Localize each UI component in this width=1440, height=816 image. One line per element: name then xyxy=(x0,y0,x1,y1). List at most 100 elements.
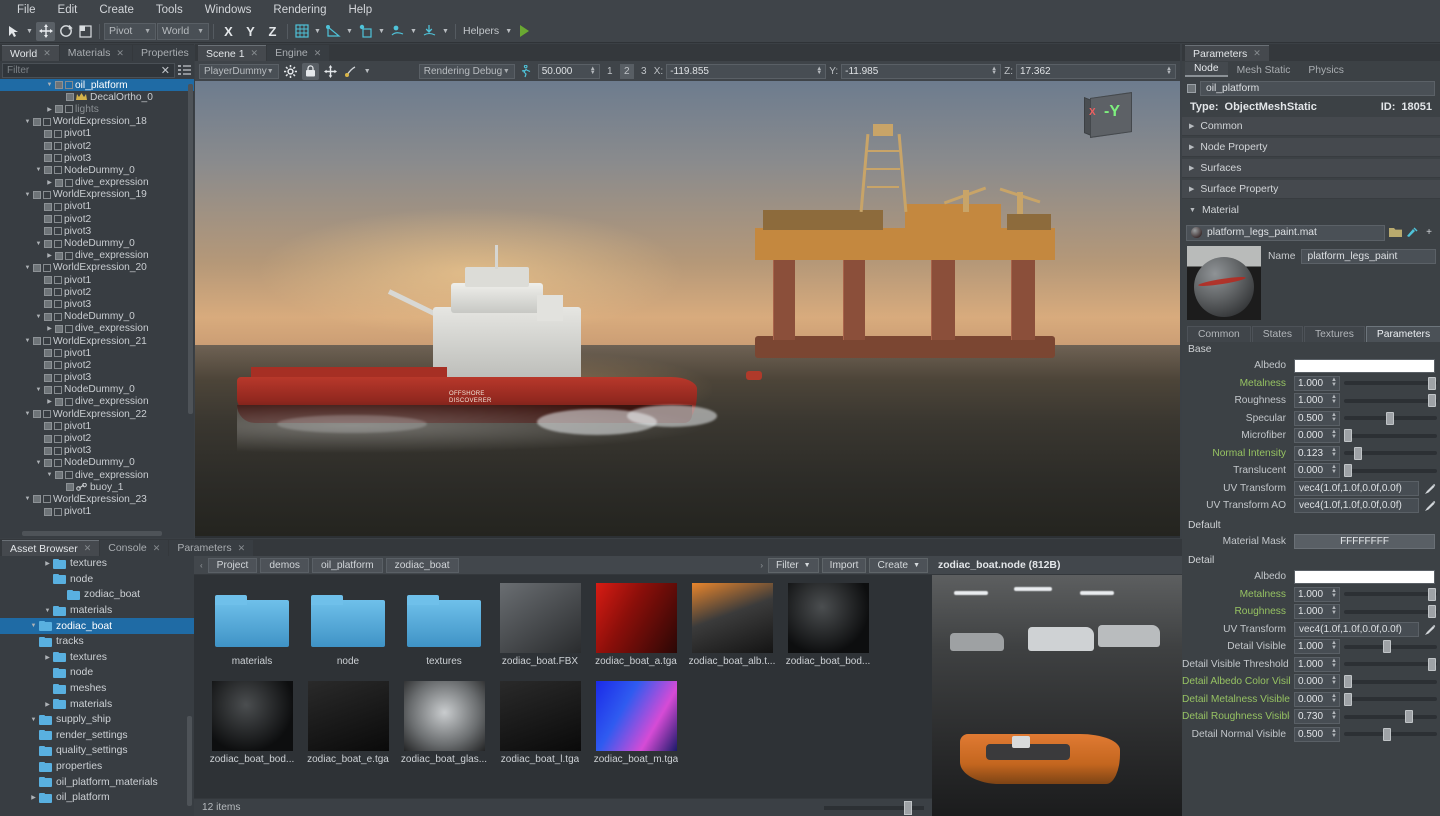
menu-rendering[interactable]: Rendering xyxy=(262,1,337,19)
world-tree-item[interactable]: pivot1 xyxy=(0,506,194,517)
chevron-right-icon[interactable]: ▶ xyxy=(28,794,39,801)
world-tree-item[interactable]: pivot3 xyxy=(0,445,194,457)
node-visible-checkbox[interactable] xyxy=(54,154,62,163)
spinner-arrows-icon[interactable]: ▲ ▼ xyxy=(1166,66,1172,76)
node-visible-checkbox[interactable] xyxy=(43,263,51,272)
play-icon[interactable] xyxy=(515,22,534,41)
coord-z-field[interactable]: 17.362 ▲ ▼ xyxy=(1016,63,1176,79)
asset-tree-item[interactable]: ▶ textures xyxy=(0,650,194,666)
filter-options-icon[interactable] xyxy=(177,63,192,78)
subtab-node[interactable]: Node xyxy=(1185,62,1228,77)
node-enabled-checkbox[interactable] xyxy=(44,276,52,285)
asset-tree-item[interactable]: node xyxy=(0,665,194,681)
import-button[interactable]: Import xyxy=(821,557,867,573)
parameter-number-field[interactable]: 0.123 ▲ ▼ xyxy=(1294,445,1340,461)
lock-icon[interactable] xyxy=(301,62,319,80)
world-tree-item[interactable]: ▶ dive_expression xyxy=(0,250,194,262)
chevron-down-icon[interactable]: ▼ xyxy=(33,167,44,173)
asset-item[interactable]: zodiac_boat_bod... xyxy=(780,583,876,681)
world-tree-item[interactable]: pivot1 xyxy=(0,420,194,432)
asset-tree-item[interactable]: ▶ textures xyxy=(0,556,194,572)
mtab-textures[interactable]: Textures xyxy=(1303,326,1365,342)
breadcrumb-oil-platform[interactable]: oil_platform xyxy=(311,557,383,573)
chevron-down-icon[interactable]: ▼ xyxy=(28,623,39,629)
node-enabled-checkbox[interactable] xyxy=(33,495,41,504)
world-tree-item[interactable]: ▶ dive_expression xyxy=(0,323,194,335)
chevron-right-icon[interactable]: ▶ xyxy=(44,325,55,332)
asset-grid[interactable]: materials node textures zodiac_boat.FBX zodi… xyxy=(194,575,932,798)
parameter-text-field[interactable]: vec4(1.0f,1.0f,0.0f,0.0f) xyxy=(1294,498,1419,514)
slider-thumb[interactable] xyxy=(1405,710,1414,724)
node-visible-checkbox[interactable] xyxy=(54,361,62,370)
chevron-down-icon[interactable]: ▼ xyxy=(22,119,33,125)
node-visible-checkbox[interactable] xyxy=(54,300,62,309)
world-tree-item[interactable]: ▶ dive_expression xyxy=(0,177,194,189)
chevron-right-icon[interactable]: ▶ xyxy=(44,252,55,259)
parameter-slider[interactable] xyxy=(1344,428,1437,443)
close-icon[interactable]: ✕ xyxy=(84,543,92,554)
node-enabled-checkbox[interactable] xyxy=(44,349,52,358)
asset-item[interactable]: zodiac_boat_l.tga xyxy=(492,681,588,779)
chevron-right-icon[interactable]: ▶ xyxy=(42,701,53,708)
world-tree-item[interactable]: pivot2 xyxy=(0,213,194,225)
viewport-3d-render[interactable]: OFFSHORE DISCOVERER X -Y xyxy=(195,81,1180,536)
section-material[interactable]: ▼ Material xyxy=(1182,201,1440,220)
slider-thumb[interactable] xyxy=(1428,394,1436,408)
spinner-arrows-icon[interactable]: ▲ ▼ xyxy=(816,66,822,76)
mtab-common[interactable]: Common xyxy=(1187,326,1251,342)
asset-item[interactable]: zodiac_boat_glas... xyxy=(396,681,492,779)
node-visible-checkbox[interactable] xyxy=(43,117,51,126)
slider-thumb[interactable] xyxy=(1383,640,1392,654)
world-tree-item[interactable]: ▼ WorldExpression_22 xyxy=(0,408,194,420)
color-swatch[interactable] xyxy=(1294,569,1435,584)
parameter-number-field[interactable]: 0.730 ▲ ▼ xyxy=(1294,709,1340,725)
world-tree-item[interactable]: pivot2 xyxy=(0,286,194,298)
world-tree-item[interactable]: pivot3 xyxy=(0,152,194,164)
node-enabled-checkbox[interactable] xyxy=(44,300,52,309)
node-enabled-checkbox[interactable] xyxy=(44,434,52,443)
subtab-physics[interactable]: Physics xyxy=(1299,64,1352,77)
chevron-down-icon[interactable]: ▼ xyxy=(33,387,44,393)
oil-platform-model[interactable] xyxy=(755,124,1065,376)
world-tree-item[interactable]: pivot3 xyxy=(0,225,194,237)
asset-tree-item[interactable]: ▶ materials xyxy=(0,696,194,712)
node-enabled-checkbox[interactable] xyxy=(33,337,41,346)
node-enabled-checkbox[interactable] xyxy=(44,458,52,467)
node-enabled-checkbox[interactable] xyxy=(33,263,41,272)
chevron-down-icon[interactable]: ▼ xyxy=(22,411,33,417)
slider-thumb[interactable] xyxy=(1386,411,1394,425)
slider-thumb[interactable] xyxy=(1344,692,1352,706)
world-tree-item[interactable]: ▼ WorldExpression_23 xyxy=(0,493,194,505)
world-tree-vertical-scrollbar[interactable] xyxy=(188,84,193,414)
breadcrumb-next-icon[interactable]: › xyxy=(758,561,765,570)
chevron-down-icon[interactable]: ▼ xyxy=(28,717,39,723)
surface-snap-chevron-down-icon[interactable]: ▼ xyxy=(408,22,419,41)
asset-tree-item[interactable]: tracks xyxy=(0,634,194,650)
section-surfaces[interactable]: ▶ Surfaces xyxy=(1182,159,1440,178)
node-enabled-checkbox[interactable] xyxy=(44,166,52,175)
tab-scene-1[interactable]: Scene 1 ✕ xyxy=(198,45,267,61)
node-visible-checkbox[interactable] xyxy=(54,312,62,321)
asset-item[interactable]: zodiac_boat_m.tga xyxy=(588,681,684,779)
parameter-slider[interactable] xyxy=(1344,376,1437,391)
node-visible-checkbox[interactable] xyxy=(54,349,62,358)
close-icon[interactable]: ✕ xyxy=(238,543,246,554)
parameter-number-field[interactable]: 1.000 ▲ ▼ xyxy=(1294,656,1340,672)
world-tree-item[interactable]: ▼ WorldExpression_21 xyxy=(0,335,194,347)
node-enabled-checkbox[interactable] xyxy=(66,483,74,492)
parameter-slider[interactable] xyxy=(1344,657,1437,672)
spinner-arrows-icon[interactable]: ▲ ▼ xyxy=(1331,412,1337,423)
node-visible-checkbox[interactable] xyxy=(54,215,62,224)
scale-snap-chevron-down-icon[interactable]: ▼ xyxy=(376,22,387,41)
node-enabled-checkbox[interactable] xyxy=(44,361,52,370)
menu-help[interactable]: Help xyxy=(337,1,383,19)
world-tree-item[interactable]: ▼ NodeDummy_0 xyxy=(0,164,194,176)
parameter-slider[interactable] xyxy=(1344,587,1437,602)
parameter-number-field[interactable]: 1.000 ▲ ▼ xyxy=(1294,393,1340,409)
parameter-slider[interactable] xyxy=(1344,393,1437,408)
scale-snap-icon[interactable] xyxy=(356,22,375,41)
clear-filter-icon[interactable]: ✕ xyxy=(161,64,170,77)
menu-edit[interactable]: Edit xyxy=(47,1,89,19)
node-visible-checkbox[interactable] xyxy=(43,190,51,199)
color-swatch[interactable] xyxy=(1294,358,1435,373)
